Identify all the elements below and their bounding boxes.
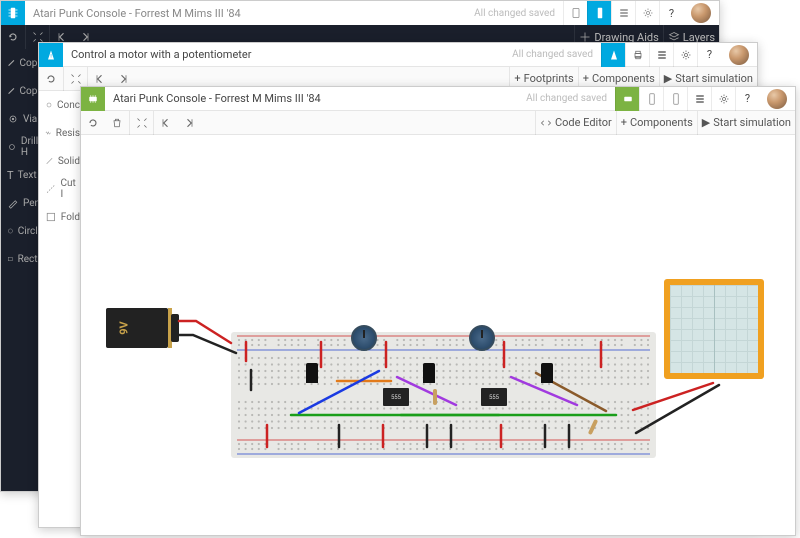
timer-chip-1[interactable]: 555 <box>383 388 409 406</box>
svg-text:!: ! <box>50 54 51 60</box>
zoom-fit-button[interactable] <box>129 111 153 135</box>
cut-tool[interactable]: Cut I <box>39 175 86 203</box>
code-editor-label: Code Editor <box>555 116 612 129</box>
breadboard-simulator-window: Atari Punk Console - Forrest M Mims III … <box>80 86 796 536</box>
start-sim-label: Start simulation <box>675 72 753 85</box>
potentiometer-1[interactable] <box>351 325 377 351</box>
components-label: Components <box>592 72 655 85</box>
print-button[interactable] <box>625 43 649 67</box>
start-simulation-button[interactable]: ▶ Start simulation <box>697 111 795 135</box>
save-status: All changed saved <box>504 49 601 60</box>
breadboard-holes <box>231 332 656 458</box>
save-status: All changed saved <box>518 93 615 104</box>
toolbar: Code Editor + Components ▶ Start simulat… <box>81 111 795 135</box>
app-logo-icon[interactable]: ! <box>39 43 63 67</box>
view-pcb-button[interactable] <box>663 87 687 111</box>
settings-button[interactable] <box>711 87 735 111</box>
capacitor-1[interactable] <box>306 363 318 383</box>
potentiometer-2[interactable] <box>469 325 495 351</box>
resistor-tool[interactable]: Resis <box>39 119 86 147</box>
titlebar: ! Control a motor with a potentiometer A… <box>39 43 757 67</box>
list-button[interactable] <box>687 87 711 111</box>
conductor-tool[interactable]: Conc <box>39 91 86 119</box>
undo-button[interactable] <box>81 111 105 135</box>
help-button[interactable]: ? <box>659 1 683 25</box>
save-status: All changed saved <box>466 8 563 19</box>
window-title: Control a motor with a potentiometer <box>63 48 259 61</box>
components-button[interactable]: + Components <box>616 111 697 135</box>
next-button[interactable] <box>177 111 201 135</box>
window-title: Atari Punk Console - Forrest M Mims III … <box>105 92 329 105</box>
solid-tool[interactable]: Solid <box>39 147 86 175</box>
resistor-1[interactable] <box>433 389 437 405</box>
view-breadboard-button[interactable] <box>615 87 639 111</box>
capacitor-2[interactable] <box>423 363 435 383</box>
list-button[interactable] <box>611 1 635 25</box>
battery-connector[interactable] <box>171 314 179 342</box>
list-button[interactable] <box>649 43 673 67</box>
capacitor-3[interactable] <box>541 363 553 383</box>
prev-button[interactable] <box>153 111 177 135</box>
help-button[interactable]: ? <box>735 87 759 111</box>
view-chip-button[interactable] <box>563 1 587 25</box>
help-button[interactable]: ? <box>697 43 721 67</box>
undo-button[interactable] <box>39 67 63 91</box>
titlebar: Atari Punk Console - Forrest M Mims III … <box>81 87 795 111</box>
battery-component[interactable]: 9V <box>106 308 168 348</box>
fold-tool[interactable]: Fold <box>39 203 86 231</box>
user-avatar[interactable] <box>721 43 757 67</box>
start-sim-label: Start simulation <box>713 116 791 129</box>
circuit-canvas[interactable]: 9V <box>81 135 795 535</box>
battery-label: 9V <box>118 321 131 335</box>
breadboard-component[interactable] <box>231 332 656 458</box>
app-logo-icon[interactable] <box>81 87 105 111</box>
delete-button[interactable] <box>105 111 129 135</box>
view-pcb-button[interactable] <box>587 1 611 25</box>
timer-chip-2[interactable]: 555 <box>481 388 507 406</box>
titlebar: Atari Punk Console - Forrest M Mims III … <box>1 1 719 25</box>
view-schematic-button[interactable] <box>639 87 663 111</box>
code-editor-button[interactable]: Code Editor <box>535 111 616 135</box>
undo-button[interactable] <box>1 25 25 49</box>
app-logo-icon[interactable] <box>1 1 25 25</box>
settings-button[interactable] <box>673 43 697 67</box>
components-label: Components <box>630 116 693 129</box>
footprints-label: Footprints <box>524 72 574 85</box>
view-schematic-button[interactable] <box>601 43 625 67</box>
window-title: Atari Punk Console - Forrest M Mims III … <box>25 7 249 20</box>
settings-button[interactable] <box>635 1 659 25</box>
user-avatar[interactable] <box>759 87 795 111</box>
user-avatar[interactable] <box>683 1 719 25</box>
oscilloscope-component[interactable] <box>664 279 764 379</box>
